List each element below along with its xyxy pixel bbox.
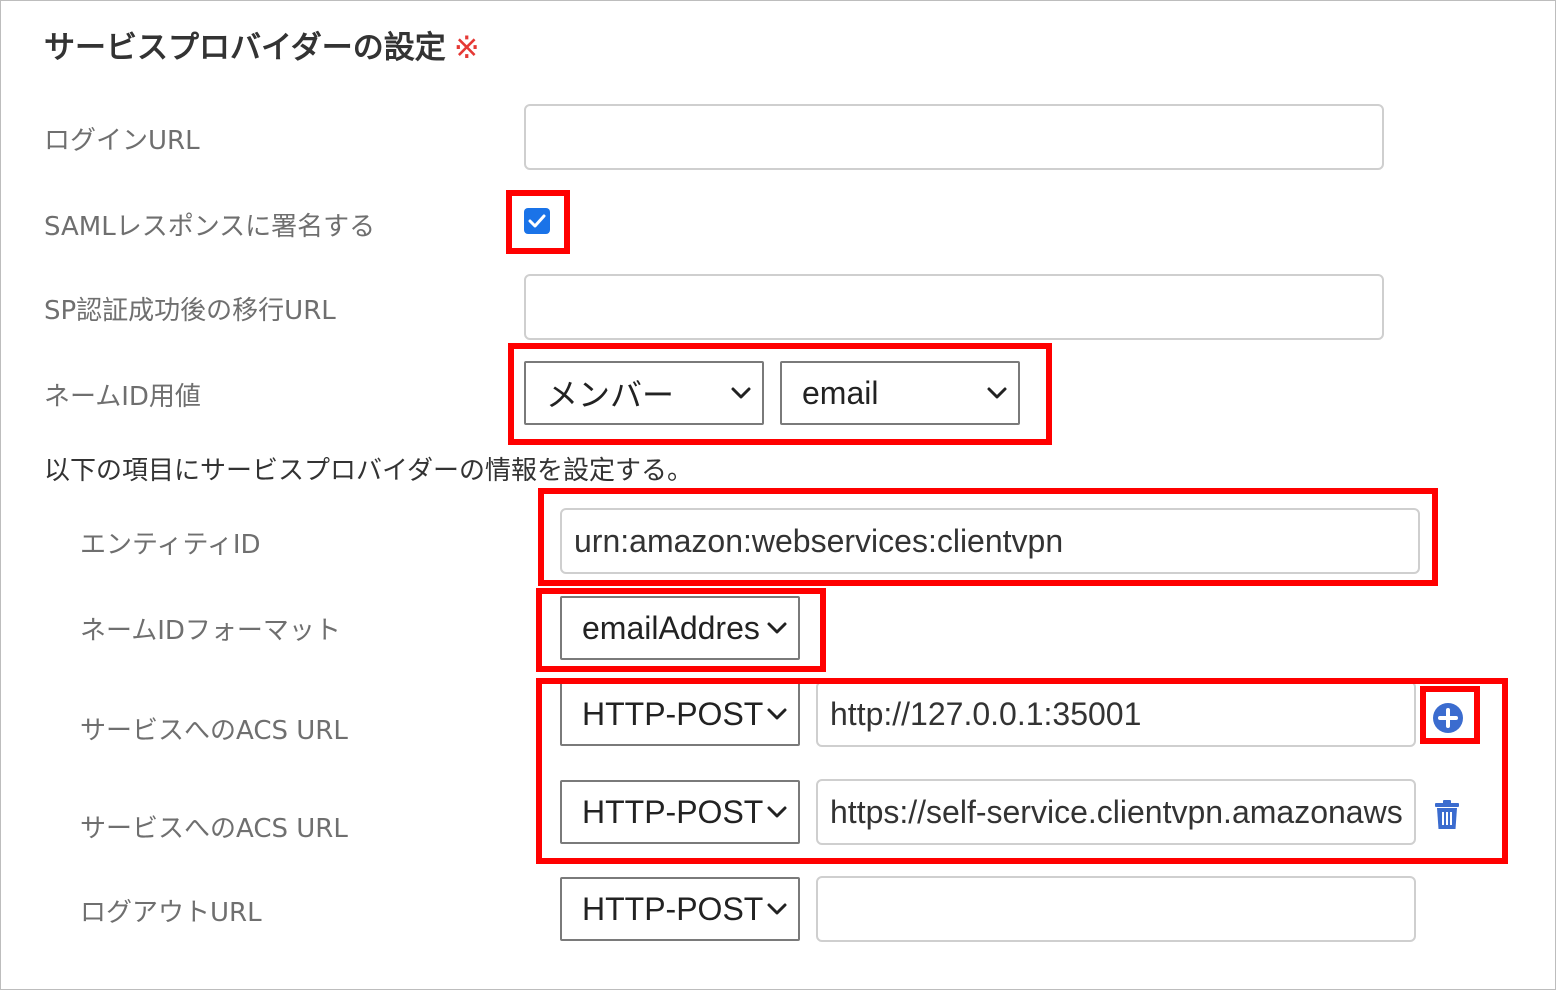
highlight-box-entity-id [538,488,1438,586]
sign-saml-label: SAMLレスポンスに署名する [44,212,376,242]
section-title-text: サービスプロバイダーの設定 [44,30,446,66]
acs-url-label-2: サービスへのACS URL [80,814,348,844]
entity-id-label: エンティティID [80,530,261,560]
required-mark: ※ [453,30,480,66]
logout-binding-select[interactable]: HTTP-POST [560,877,800,941]
logout-url-label: ログアウトURL [80,898,262,928]
name-id-format-label: ネームIDフォーマット [80,616,341,646]
logout-url-input[interactable] [816,876,1416,942]
section-title: サービスプロバイダーの設定 ※ [44,22,480,67]
sp-redirect-url-label: SP認証成功後の移行URL [44,296,336,326]
login-url-input[interactable] [524,104,1384,170]
highlight-box-acs-urls [536,678,1508,864]
name-id-value-label: ネームID用値 [44,382,201,412]
highlight-box-name-id-format [536,588,826,672]
highlight-box-checkbox [506,190,570,254]
sp-redirect-url-input[interactable] [524,274,1384,340]
logout-binding-value: HTTP-POST [582,890,764,927]
highlight-box-name-id-value [508,343,1052,445]
sp-info-text: 以下の項目にサービスプロバイダーの情報を設定する。 [44,456,693,486]
acs-url-label-1: サービスへのACS URL [80,716,348,746]
chevron-down-icon [767,903,787,915]
login-url-label: ログインURL [44,126,200,156]
